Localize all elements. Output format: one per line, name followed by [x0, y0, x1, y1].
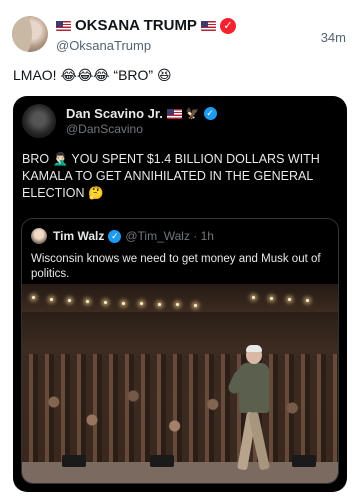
- nested-display-name[interactable]: Tim Walz: [53, 229, 104, 243]
- author-name-row[interactable]: OKSANA TRUMP ✓: [56, 17, 236, 34]
- quoted-avatar[interactable]: [22, 104, 56, 138]
- nested-avatar[interactable]: [31, 228, 47, 244]
- quoted-handle[interactable]: @DanScavino: [66, 122, 143, 136]
- quoted-text: BRO 🤦🏻‍♂️ YOU SPENT $1.4 BILLION DOLLARS…: [22, 152, 320, 200]
- eagle-icon: 🦅: [185, 108, 200, 120]
- quoted-tweet-card[interactable]: Dan Scavino Jr. 🦅 ✓ @DanScavino BRO 🤦🏻‍♂…: [13, 96, 347, 492]
- nested-quote-card[interactable]: Tim Walz ✓ @Tim_Walz · 1h Wisconsin know…: [21, 218, 339, 484]
- author-display-name[interactable]: OKSANA TRUMP: [75, 17, 197, 34]
- quoted-name-row[interactable]: Dan Scavino Jr. 🦅 ✓: [66, 106, 217, 121]
- author-handle[interactable]: @OksanaTrump: [56, 38, 151, 53]
- us-flag-icon: [200, 20, 216, 31]
- avatar[interactable]: [12, 16, 48, 52]
- us-flag-icon: [56, 20, 71, 31]
- nested-handle-time[interactable]: @Tim_Walz · 1h: [125, 229, 214, 243]
- nested-header[interactable]: Tim Walz ✓ @Tim_Walz · 1h: [53, 229, 214, 243]
- verified-badge-icon: ✓: [203, 107, 217, 120]
- tweet-text: LMAO! 😂😂😂 “BRO” 😆: [13, 67, 172, 83]
- verified-badge-icon: ✓: [219, 17, 236, 34]
- timestamp[interactable]: 34m: [321, 30, 346, 45]
- verified-badge-icon: ✓: [108, 229, 122, 243]
- speaker-figure: [226, 345, 274, 476]
- quoted-display-name[interactable]: Dan Scavino Jr.: [66, 106, 163, 121]
- us-flag-icon: [166, 108, 182, 119]
- event-photo[interactable]: [22, 284, 338, 483]
- nested-text: Wisconsin knows we need to get money and…: [31, 253, 321, 280]
- ceiling: [22, 284, 338, 312]
